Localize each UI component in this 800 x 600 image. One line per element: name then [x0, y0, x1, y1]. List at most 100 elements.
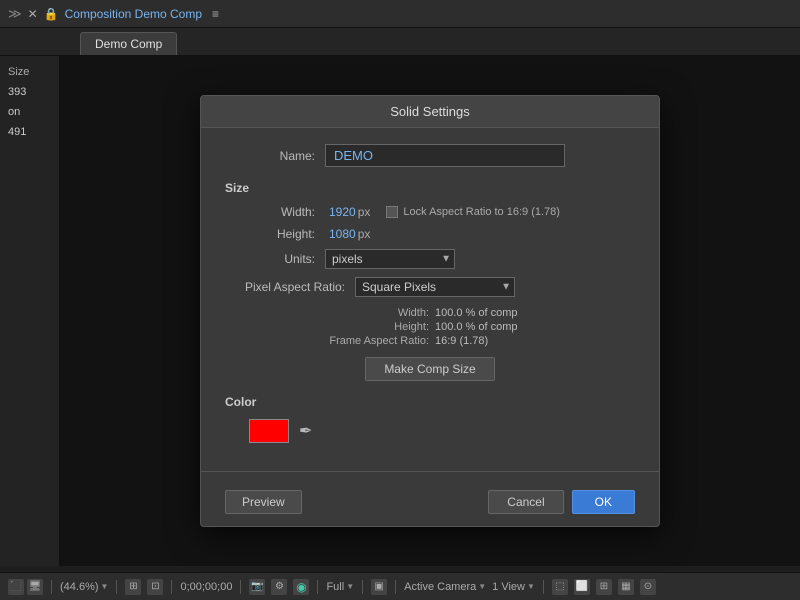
footer-right: Cancel OK [488, 490, 635, 514]
dialog-overlay: Solid Settings Name: Size Width: 1920 px [60, 56, 800, 566]
menu-icon[interactable]: ≡ [212, 7, 219, 21]
tab-bar: Demo Comp [0, 28, 800, 56]
color-swatch[interactable] [249, 419, 289, 443]
camera-value: Active Camera [404, 581, 476, 593]
icon-c[interactable]: ⊞ [596, 579, 612, 595]
dialog-title: Solid Settings [201, 96, 659, 128]
view-value: 1 View [492, 581, 525, 593]
quality-value: Full [326, 581, 344, 593]
timecode-group: 0;00;00;00 [180, 581, 232, 593]
icon-d[interactable]: ▦ [618, 579, 634, 595]
icon-b[interactable]: ⬜ [574, 579, 590, 595]
close-icon[interactable]: ✕ [28, 7, 38, 21]
height-unit: px [358, 227, 371, 241]
render-icon[interactable]: ⬛ [8, 579, 24, 595]
par-row: Pixel Aspect Ratio: Square Pixels ▼ [225, 277, 635, 297]
info-width-row: Width: 100.0 % of comp [325, 307, 635, 319]
eyedropper-icon[interactable]: ✒ [299, 421, 312, 441]
status-icon-group: ⬛ 🖥 [8, 579, 43, 595]
divider7 [395, 580, 396, 594]
par-label: Pixel Aspect Ratio: [225, 280, 355, 294]
resolution-icon[interactable]: ⊞ [125, 579, 141, 595]
top-bar: ≫ ✕ 🔒 Composition Demo Comp ≡ [0, 0, 800, 28]
divider1 [51, 580, 52, 594]
divider2 [116, 580, 117, 594]
color-section: Color ✒ [225, 395, 635, 443]
transparency-icon[interactable]: ▣ [371, 579, 387, 595]
info-height-value: 100.0 % of comp [435, 321, 518, 333]
timecode-value[interactable]: 0;00;00;00 [180, 581, 232, 593]
color-icon[interactable]: ◉ [293, 579, 309, 595]
size-value1: 393 [4, 84, 30, 100]
info-width-value: 100.0 % of comp [435, 307, 518, 319]
view-arrow: ▼ [527, 582, 535, 591]
solid-settings-dialog: Solid Settings Name: Size Width: 1920 px [200, 95, 660, 527]
lock-aspect-label: Lock Aspect Ratio to 16:9 (1.78) [403, 206, 560, 218]
width-value[interactable]: 1920 [329, 205, 356, 219]
camera-arrow: ▼ [478, 582, 486, 591]
height-row: Height: 1080 px [225, 227, 635, 241]
divider6 [362, 580, 363, 594]
icon-a[interactable]: ⬚ [552, 579, 568, 595]
info-far-label: Frame Aspect Ratio: [325, 335, 435, 347]
width-row: Width: 1920 px Lock Aspect Ratio to 16:9… [225, 205, 635, 219]
left-sidebar: Size 393 on 491 [0, 56, 60, 566]
height-value[interactable]: 1080 [329, 227, 356, 241]
preview-icon[interactable]: 🖥 [27, 579, 43, 595]
units-row: Units: pixels ▼ [225, 249, 635, 269]
view-dropdown[interactable]: 1 View ▼ [492, 581, 535, 593]
region-icon[interactable]: ⊡ [147, 579, 163, 595]
info-far-row: Frame Aspect Ratio: 16:9 (1.78) [325, 335, 635, 347]
status-bar: ⬛ 🖥 (44.6%) ▼ ⊞ ⊡ 0;00;00;00 📷 ⚙ ◉ Full … [0, 572, 800, 600]
snapshot-icon[interactable]: 📷 [249, 579, 265, 595]
lock-aspect-checkbox[interactable] [386, 206, 398, 218]
color-row: ✒ [249, 419, 635, 443]
divider4 [240, 580, 241, 594]
info-height-row: Height: 100.0 % of comp [325, 321, 635, 333]
info-far-value: 16:9 (1.78) [435, 335, 488, 347]
par-select[interactable]: Square Pixels [355, 277, 515, 297]
size-label: Size [4, 64, 33, 80]
collapse-icon[interactable]: ≫ [8, 6, 22, 22]
info-height-label: Height: [325, 321, 435, 333]
width-unit: px [358, 205, 371, 219]
demo-comp-tab[interactable]: Demo Comp [80, 32, 177, 55]
zoom-dropdown[interactable]: (44.6%) ▼ [60, 581, 108, 593]
par-select-wrapper: Square Pixels ▼ [355, 277, 515, 297]
info-block: Width: 100.0 % of comp Height: 100.0 % o… [325, 307, 635, 347]
camera-dropdown[interactable]: Active Camera ▼ [404, 581, 486, 593]
units-select[interactable]: pixels [325, 249, 455, 269]
divider5 [317, 580, 318, 594]
name-label: Name: [225, 149, 325, 163]
name-input[interactable] [325, 144, 565, 167]
width-label: Width: [225, 205, 325, 219]
settings-icon[interactable]: ⚙ [271, 579, 287, 595]
units-label: Units: [225, 252, 325, 266]
info-width-label: Width: [325, 307, 435, 319]
color-section-title: Color [225, 395, 635, 409]
units-select-wrapper: pixels ▼ [325, 249, 455, 269]
divider3 [171, 580, 172, 594]
ok-button[interactable]: OK [572, 490, 635, 514]
main-area: Size 393 on 491 Solid Settings Name: Siz… [0, 56, 800, 566]
quality-arrow: ▼ [346, 582, 354, 591]
height-label: Height: [225, 227, 325, 241]
top-bar-title: Composition Demo Comp [65, 7, 202, 21]
make-comp-size-button[interactable]: Make Comp Size [365, 357, 494, 381]
zoom-arrow: ▼ [101, 582, 109, 591]
cancel-button[interactable]: Cancel [488, 490, 563, 514]
quality-dropdown[interactable]: Full ▼ [326, 581, 354, 593]
dialog-body: Name: Size Width: 1920 px Lock Aspect Ra… [201, 128, 659, 471]
dialog-divider [201, 471, 659, 472]
size-section: Size Width: 1920 px Lock Aspect Ratio to… [225, 181, 635, 381]
zoom-value: (44.6%) [60, 581, 99, 593]
sidebar-on-label: on [4, 104, 24, 120]
preview-button[interactable]: Preview [225, 490, 302, 514]
name-row: Name: [225, 144, 635, 167]
icon-e[interactable]: ⊙ [640, 579, 656, 595]
dialog-footer: Preview Cancel OK [201, 482, 659, 526]
divider8 [543, 580, 544, 594]
lock-aspect-row: Lock Aspect Ratio to 16:9 (1.78) [386, 206, 560, 218]
size-value2: 491 [4, 124, 30, 140]
size-section-title: Size [225, 181, 635, 195]
